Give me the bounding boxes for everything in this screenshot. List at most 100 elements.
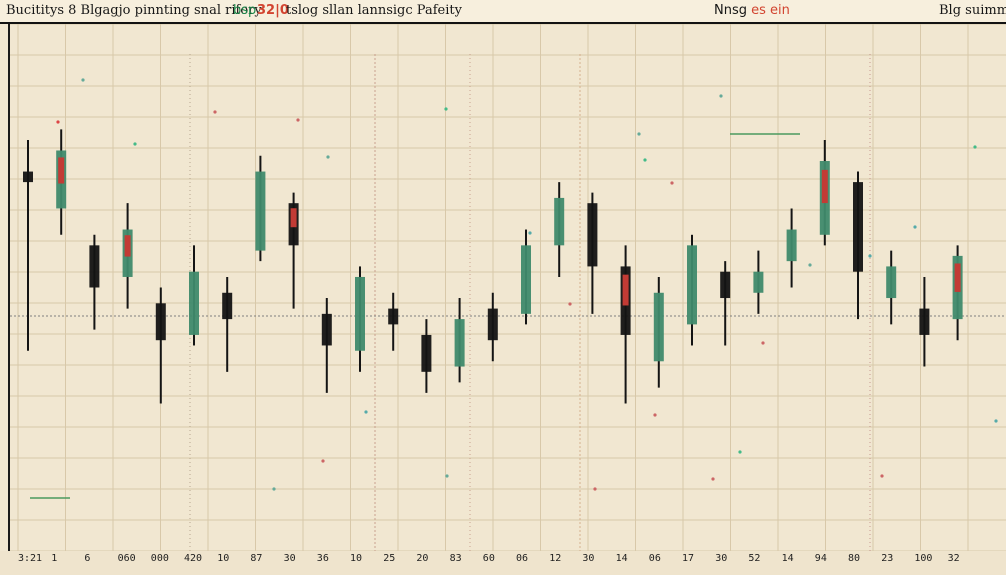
x-axis-strip: 3:21 1 6 060 000 420 10 87 30 36 10 25 20 83 60 06 12 30 1… xyxy=(0,551,1006,575)
scatter-dot xyxy=(326,155,330,159)
candle-body xyxy=(222,292,233,320)
candle-body xyxy=(388,308,399,325)
scatter-dot xyxy=(761,341,765,345)
x-axis-label: 17 xyxy=(682,553,695,564)
x-axis-label: 83 xyxy=(449,553,462,564)
scatter-dot xyxy=(321,459,325,463)
x-axis-label: 80 xyxy=(848,553,861,564)
x-axis-label: 20 xyxy=(416,553,429,564)
x-axis-label: 60 xyxy=(482,553,495,564)
chart-screen: Bucititys 8 Blgagjo pinnting snal rifory… xyxy=(0,0,1006,575)
candle-body xyxy=(421,334,432,372)
x-axis-label: 060 xyxy=(117,553,136,564)
scatter-dot xyxy=(637,132,641,136)
candle-body xyxy=(355,276,365,351)
candle-body xyxy=(587,203,598,267)
scatter-dot xyxy=(444,107,448,111)
x-axis-label: 100 xyxy=(914,553,933,564)
x-axis-label: 36 xyxy=(316,553,329,564)
x-axis-label: 25 xyxy=(383,553,396,564)
candlestick-chart xyxy=(10,24,1006,551)
candle-body xyxy=(853,182,863,272)
scatter-dot xyxy=(808,263,812,267)
x-axis-label: 000 xyxy=(150,553,169,564)
candle-body xyxy=(255,171,266,251)
ticker-label: bsp xyxy=(233,3,257,18)
scatter-dot xyxy=(994,419,998,423)
scatter-dot xyxy=(880,474,884,478)
scatter-dot xyxy=(296,118,300,122)
candle-body xyxy=(89,245,100,288)
candle-body xyxy=(23,171,33,183)
x-axis-label: 12 xyxy=(549,553,562,564)
x-axis-label: 1 xyxy=(51,553,58,564)
scatter-dot xyxy=(272,487,276,491)
x-axis-labels: 3:21 1 6 060 000 420 10 87 30 36 10 25 20 83 60 06 12 30 1… xyxy=(0,551,1006,575)
candle-body xyxy=(720,271,731,299)
scatter-dot xyxy=(653,413,657,417)
chart-header-right-title: tslog sllan lannsigc Pafeity xyxy=(286,3,462,18)
scatter-dot xyxy=(913,225,917,229)
x-axis-label: 420 xyxy=(184,553,203,564)
x-axis-label: 14 xyxy=(615,553,628,564)
candle-body xyxy=(753,271,764,293)
scatter-dot xyxy=(719,94,723,98)
x-axis-label: 30 xyxy=(283,553,296,564)
plot-area xyxy=(8,24,1006,551)
price-badge: 32|0 xyxy=(257,3,289,18)
candle-body xyxy=(321,313,332,346)
x-axis-label: 6 xyxy=(84,553,91,564)
candle-accent xyxy=(821,169,828,204)
scatter-dot xyxy=(973,145,977,149)
candle-body xyxy=(454,319,465,367)
scatter-dot xyxy=(670,181,674,185)
candle-body xyxy=(687,245,697,325)
x-axis-label: 14 xyxy=(781,553,794,564)
x-axis-label: 94 xyxy=(814,553,827,564)
x-axis-label: 3:21 xyxy=(18,553,43,564)
scatter-dot xyxy=(364,410,368,414)
status-label: Nnsg es ein xyxy=(714,3,790,19)
x-axis-label: 06 xyxy=(648,553,661,564)
scatter-dot xyxy=(56,120,60,124)
chart-header-left-title: Bucititys 8 Blgagjo pinnting snal rifory xyxy=(6,3,262,18)
candle-body xyxy=(487,308,498,341)
scatter-dot xyxy=(133,142,137,146)
x-axis-label: 52 xyxy=(748,553,761,564)
candle-body xyxy=(554,197,565,246)
x-axis-label: 87 xyxy=(250,553,263,564)
scatter-dot xyxy=(711,477,715,481)
candle-body xyxy=(919,308,930,335)
candle-body xyxy=(653,292,664,362)
scatter-dot xyxy=(528,231,532,235)
candle-body xyxy=(521,245,531,314)
status-label-prefix: Nnsg xyxy=(714,3,752,18)
x-axis-label: 32 xyxy=(947,553,960,564)
scatter-dot xyxy=(593,487,597,491)
scatter-dot xyxy=(868,254,872,258)
scatter-dot xyxy=(445,474,449,478)
corner-label: Blg suimmnt xyxy=(939,3,1006,18)
scatter-dot xyxy=(643,158,647,162)
scatter-dot xyxy=(81,78,85,82)
candle-body xyxy=(155,303,166,341)
x-axis-label: 23 xyxy=(881,553,894,564)
candle-accent xyxy=(58,157,65,184)
x-axis-label: 06 xyxy=(516,553,529,564)
plot-background xyxy=(10,24,1006,551)
candle-body xyxy=(786,229,797,262)
x-axis-label: 30 xyxy=(582,553,595,564)
candle-accent xyxy=(954,263,961,292)
candle-accent xyxy=(124,235,131,257)
x-axis-label: 10 xyxy=(350,553,363,564)
x-axis-label: 10 xyxy=(217,553,230,564)
scatter-dot xyxy=(213,110,217,114)
status-label-accent: es ein xyxy=(751,3,790,18)
candle-accent xyxy=(622,274,629,306)
candle-accent xyxy=(290,208,297,228)
scatter-dot xyxy=(568,302,572,306)
candle-body xyxy=(189,271,199,335)
x-axis-label: 30 xyxy=(715,553,728,564)
chart-header: Bucititys 8 Blgagjo pinnting snal rifory… xyxy=(0,0,1006,24)
candle-body xyxy=(886,266,897,299)
